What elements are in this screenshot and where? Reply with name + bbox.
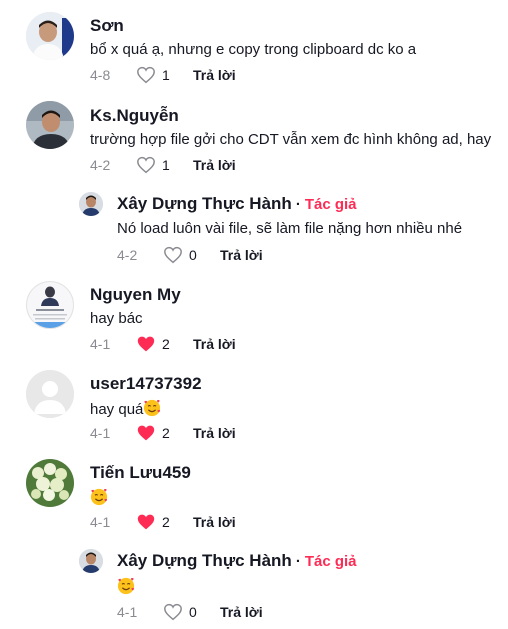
comment-date: 4-1 bbox=[90, 336, 111, 352]
avatar[interactable] bbox=[26, 459, 74, 507]
like-button[interactable]: 1 bbox=[136, 66, 193, 84]
comment-date: 4-2 bbox=[117, 247, 138, 263]
comment-author[interactable]: Tiến Lưu459 bbox=[90, 463, 191, 483]
comment-date: 4-1 bbox=[117, 604, 138, 620]
like-count: 2 bbox=[162, 336, 170, 352]
separator-dot: · bbox=[295, 553, 301, 570]
reply-button[interactable]: Trả lời bbox=[220, 247, 263, 263]
smiling-face-with-hearts-icon bbox=[117, 577, 135, 595]
author-badge: Tác giả bbox=[304, 196, 357, 213]
heart-outline-icon bbox=[137, 156, 155, 174]
heart-filled-icon bbox=[137, 514, 155, 530]
like-count: 2 bbox=[162, 514, 170, 530]
comment-author[interactable]: user14737392 bbox=[90, 374, 202, 394]
separator-dot: · bbox=[295, 196, 301, 213]
comment-author-line: Xây Dựng Thực Hành · Tác giả bbox=[117, 194, 357, 214]
avatar[interactable] bbox=[79, 549, 103, 573]
comment-author[interactable]: Ks.Nguyễn bbox=[90, 106, 179, 126]
comment-meta: 4-1 2 Trả lời bbox=[90, 335, 236, 353]
like-button[interactable]: 2 bbox=[136, 335, 193, 353]
avatar[interactable] bbox=[26, 281, 74, 329]
avatar[interactable] bbox=[26, 101, 74, 149]
comment-author[interactable]: Nguyen My bbox=[90, 285, 181, 305]
like-count: 0 bbox=[189, 604, 197, 620]
reply-button[interactable]: Trả lời bbox=[193, 514, 236, 530]
like-count: 0 bbox=[189, 247, 197, 263]
like-button[interactable]: 2 bbox=[136, 513, 193, 531]
avatar[interactable] bbox=[26, 12, 74, 60]
comment-author-line: Xây Dựng Thực Hành · Tác giả bbox=[117, 551, 357, 571]
like-button[interactable]: 0 bbox=[163, 246, 220, 264]
reply-button[interactable]: Trả lời bbox=[220, 604, 263, 620]
like-count: 1 bbox=[162, 157, 170, 173]
comment-meta: 4-1 2 Trả lời bbox=[90, 424, 236, 442]
comment-author[interactable]: Xây Dựng Thực Hành bbox=[117, 194, 292, 213]
reply-button[interactable]: Trả lời bbox=[193, 336, 236, 352]
heart-filled-icon bbox=[137, 336, 155, 352]
comment-text-content: hay quá bbox=[90, 401, 144, 418]
comment-meta: 4-1 2 Trả lời bbox=[90, 513, 236, 531]
comment-date: 4-8 bbox=[90, 67, 111, 83]
avatar[interactable] bbox=[79, 192, 103, 216]
comment-meta: 4-1 0 Trả lời bbox=[117, 603, 263, 621]
heart-outline-icon bbox=[164, 603, 182, 621]
smiling-face-with-hearts-icon bbox=[90, 488, 108, 506]
comment-author[interactable]: Xây Dựng Thực Hành bbox=[117, 551, 292, 570]
comment-text bbox=[117, 577, 135, 596]
comment-text: bổ x quá ạ, nhưng e copy trong clipboard… bbox=[90, 41, 417, 58]
heart-outline-icon bbox=[164, 246, 182, 264]
reply-button[interactable]: Trả lời bbox=[193, 425, 236, 441]
comment-text: hay quá bbox=[90, 399, 161, 418]
heart-outline-icon bbox=[137, 66, 155, 84]
default-avatar-icon bbox=[26, 370, 74, 418]
like-count: 2 bbox=[162, 425, 170, 441]
comment-text: hay bác bbox=[90, 310, 143, 327]
reply-button[interactable]: Trả lời bbox=[193, 157, 236, 173]
author-badge: Tác giả bbox=[304, 553, 357, 570]
comment-meta: 4-8 1 Trả lời bbox=[90, 66, 236, 84]
comment-date: 4-1 bbox=[90, 425, 111, 441]
comment-date: 4-2 bbox=[90, 157, 111, 173]
reply-button[interactable]: Trả lời bbox=[193, 67, 236, 83]
comment-meta: 4-2 0 Trả lời bbox=[117, 246, 263, 264]
comment-text bbox=[90, 488, 108, 507]
smiling-face-with-hearts-icon bbox=[144, 399, 161, 417]
comment-author[interactable]: Sơn bbox=[90, 16, 124, 36]
comment-date: 4-1 bbox=[90, 514, 111, 530]
heart-filled-icon bbox=[137, 425, 155, 441]
comment-meta: 4-2 1 Trả lời bbox=[90, 156, 236, 174]
avatar[interactable] bbox=[26, 370, 74, 418]
like-count: 1 bbox=[162, 67, 170, 83]
like-button[interactable]: 0 bbox=[163, 603, 220, 621]
like-button[interactable]: 2 bbox=[136, 424, 193, 442]
comment-text: Nó load luôn vài file, sẽ làm file nặng … bbox=[117, 220, 463, 237]
like-button[interactable]: 1 bbox=[136, 156, 193, 174]
comment-text: trường hợp file gởi cho CDT vẫn xem đc h… bbox=[90, 131, 492, 148]
